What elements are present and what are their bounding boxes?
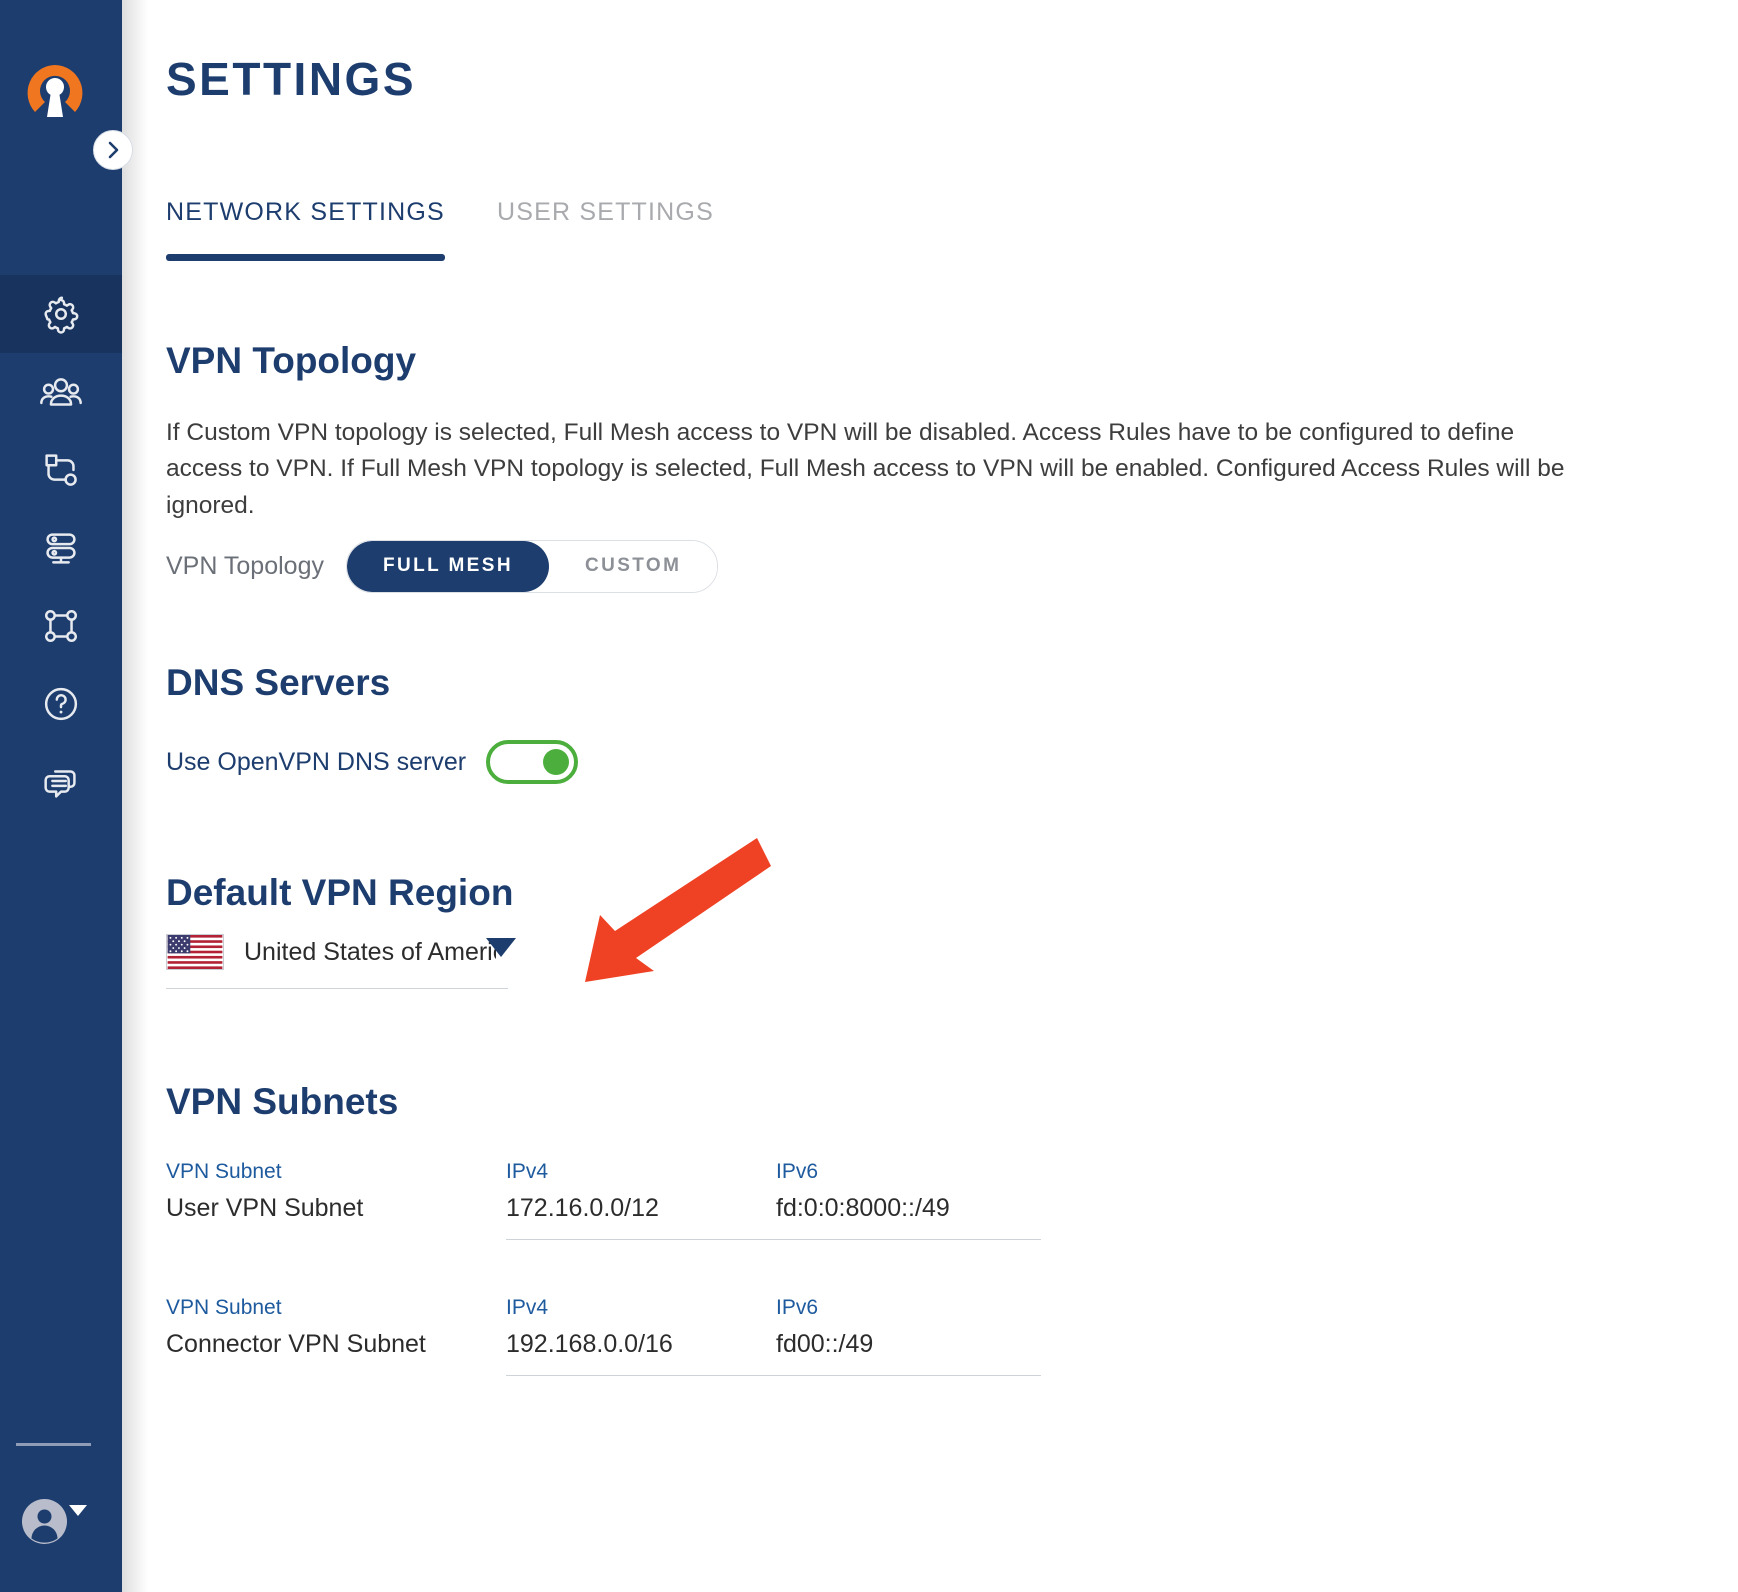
vpn-topology-option-full-mesh[interactable]: FULL MESH xyxy=(346,541,549,592)
dns-toggle-label: Use OpenVPN DNS server xyxy=(166,747,467,776)
section-heading-vpn-topology: VPN Topology xyxy=(166,340,417,381)
vpn-topology-field-label: VPN Topology xyxy=(166,552,324,580)
subnet-ipv4-cell: IPv4 192.168.0.0/16 xyxy=(506,1296,776,1376)
gear-icon xyxy=(44,296,79,334)
tab-user-settings[interactable]: USER SETTINGS xyxy=(497,198,714,261)
subnet-name-cell: VPN Subnet User VPN Subnet xyxy=(166,1160,506,1240)
subnet-ipv6-input[interactable]: fd00::/49 xyxy=(776,1330,1041,1376)
sidebar-item-help[interactable] xyxy=(0,665,122,743)
subnet-ipv4-input[interactable]: 192.168.0.0/16 xyxy=(506,1330,776,1376)
column-header-ipv4: IPv4 xyxy=(506,1160,549,1183)
vpn-subnets-table: VPN Subnet User VPN Subnet IPv4 172.16.0… xyxy=(166,1160,1266,1432)
column-header-ipv6: IPv6 xyxy=(776,1296,819,1319)
vpn-topology-option-custom[interactable]: CUSTOM xyxy=(548,541,718,592)
users-icon xyxy=(40,378,82,406)
dns-server-field: Use OpenVPN DNS server xyxy=(166,740,579,784)
sidebar-item-connectors[interactable] xyxy=(0,431,122,509)
openvpn-logo-icon xyxy=(22,60,88,126)
network-topology-icon xyxy=(44,609,78,643)
vpn-topology-description: If Custom VPN topology is selected, Full… xyxy=(166,419,1565,519)
sidebar-item-servers[interactable] xyxy=(0,509,122,587)
use-openvpn-dns-toggle[interactable] xyxy=(486,740,579,784)
column-header-vpn-subnet: VPN Subnet xyxy=(166,1296,282,1319)
sidebar-divider xyxy=(16,1443,91,1446)
column-header-ipv6: IPv6 xyxy=(776,1160,819,1183)
user-avatar-icon xyxy=(22,1498,67,1544)
connector-icon xyxy=(45,454,77,486)
vpn-topology-field: VPN Topology FULL MESH CUSTOM xyxy=(166,540,719,593)
section-heading-vpn-subnets: VPN Subnets xyxy=(166,1081,399,1122)
table-row: VPN Subnet Connector VPN Subnet IPv4 192… xyxy=(166,1296,1266,1376)
subnet-name-value: User VPN Subnet xyxy=(166,1194,364,1222)
app-root: SETTINGS NETWORK SETTINGS USER SETTINGS … xyxy=(0,0,1738,1592)
chevron-right-icon xyxy=(108,141,119,159)
caret-down-icon xyxy=(69,1504,87,1516)
sidebar-item-settings[interactable] xyxy=(0,275,122,353)
help-circle-icon xyxy=(44,687,78,721)
column-header-vpn-subnet: VPN Subnet xyxy=(166,1160,282,1183)
main-content: SETTINGS NETWORK SETTINGS USER SETTINGS … xyxy=(122,0,1738,1592)
subnet-name-value: Connector VPN Subnet xyxy=(166,1330,426,1358)
sidebar-nav xyxy=(0,275,122,821)
sidebar-item-networks[interactable] xyxy=(0,587,122,665)
caret-down-icon[interactable] xyxy=(486,938,516,957)
sidebar xyxy=(0,0,133,1592)
sidebar-item-support[interactable] xyxy=(0,743,122,821)
sidebar-item-users[interactable] xyxy=(0,353,122,431)
servers-icon xyxy=(46,533,76,564)
table-row: VPN Subnet User VPN Subnet IPv4 172.16.0… xyxy=(166,1160,1266,1240)
sidebar-expand-button[interactable] xyxy=(93,130,133,170)
toggle-knob xyxy=(543,749,570,775)
subnet-ipv4-cell: IPv4 172.16.0.0/12 xyxy=(506,1160,776,1240)
subnet-name-cell: VPN Subnet Connector VPN Subnet xyxy=(166,1296,506,1376)
chat-bubbles-icon xyxy=(44,770,76,798)
usa-flag-icon xyxy=(166,934,224,970)
column-header-ipv4: IPv4 xyxy=(506,1296,549,1319)
tab-network-settings[interactable]: NETWORK SETTINGS xyxy=(166,198,445,261)
page-title: SETTINGS xyxy=(166,53,417,105)
section-heading-dns-servers: DNS Servers xyxy=(166,662,391,703)
sidebar-user-menu[interactable] xyxy=(22,1497,96,1545)
subnet-ipv6-input[interactable]: fd:0:0:8000::/49 xyxy=(776,1194,1041,1240)
default-vpn-region-value: United States of America, S xyxy=(244,937,496,966)
subnet-ipv4-input[interactable]: 172.16.0.0/12 xyxy=(506,1194,776,1240)
subnet-ipv6-cell: IPv6 fd00::/49 xyxy=(776,1296,1041,1376)
vpn-topology-segmented-control: FULL MESH CUSTOM xyxy=(345,540,719,593)
default-vpn-region-select[interactable]: United States of America, S xyxy=(166,934,516,989)
section-heading-default-vpn-region: Default VPN Region xyxy=(166,872,514,913)
tab-bar: NETWORK SETTINGS USER SETTINGS xyxy=(166,198,766,261)
subnet-ipv6-cell: IPv6 fd:0:0:8000::/49 xyxy=(776,1160,1041,1240)
